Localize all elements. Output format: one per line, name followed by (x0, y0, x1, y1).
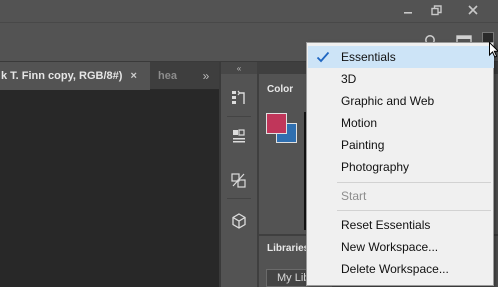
paths-panel-button[interactable] (225, 166, 253, 194)
menu-item-label: Motion (341, 116, 378, 130)
menu-separator (337, 210, 491, 211)
color-panel-title[interactable]: Color (267, 84, 293, 95)
foreground-color-swatch[interactable] (266, 113, 287, 134)
document-tab-label: hea (158, 70, 177, 82)
document-tab-inactive[interactable]: hea (151, 62, 183, 90)
menu-item-label: New Workspace... (341, 240, 439, 254)
history-panel-button[interactable] (225, 84, 253, 112)
menu-item-graphic-and-web[interactable]: Graphic and Web (308, 90, 494, 112)
menu-item-3d[interactable]: 3D (308, 68, 494, 90)
menu-item-label: Photography (341, 160, 410, 174)
check-icon (315, 49, 331, 65)
minimize-icon (403, 12, 412, 14)
properties-icon (233, 129, 245, 143)
properties-panel-button[interactable] (225, 122, 253, 150)
menu-item-reset-essentials[interactable]: Reset Essentials (308, 214, 494, 236)
mouse-cursor-icon (489, 42, 498, 58)
workspace-menu: Essentials 3D Graphic and Web Motion Pai… (306, 42, 494, 286)
document-tab-active[interactable]: k T. Finn copy, RGB/8#) × (0, 62, 150, 90)
window-title-bar (0, 0, 498, 22)
close-icon (468, 5, 478, 15)
document-tab-label: k T. Finn copy, RGB/8#) (1, 70, 123, 82)
tab-overflow-button[interactable]: » (196, 62, 216, 90)
menu-item-label: Essentials (341, 50, 396, 64)
restore-button[interactable] (420, 0, 453, 20)
menu-item-label: Start (341, 189, 367, 203)
menu-item-label: Graphic and Web (341, 94, 435, 108)
menu-item-photography[interactable]: Photography (308, 156, 494, 178)
strip-divider (227, 116, 251, 117)
restore-icon (431, 4, 442, 15)
menu-item-label: Reset Essentials (341, 218, 431, 232)
menu-item-label: Painting (341, 138, 385, 152)
menu-item-motion[interactable]: Motion (308, 112, 494, 134)
menu-item-delete-workspace[interactable]: Delete Workspace... (308, 258, 494, 280)
document-canvas[interactable] (0, 90, 219, 287)
libraries-panel-title[interactable]: Libraries (267, 243, 309, 254)
menu-item-essentials[interactable]: Essentials (308, 46, 494, 68)
paths-icon (231, 173, 246, 188)
menu-item-start: Start (308, 185, 494, 207)
3d-cube-icon (232, 213, 246, 229)
menu-item-painting[interactable]: Painting (308, 134, 494, 156)
history-icon (232, 90, 245, 104)
menu-separator (337, 182, 491, 183)
close-button[interactable] (453, 0, 493, 20)
menu-item-label: 3D (341, 72, 357, 86)
collapse-panels-button[interactable]: « (221, 62, 257, 74)
menu-item-label: Delete Workspace... (341, 262, 449, 276)
document-tab-bar: k T. Finn copy, RGB/8#) × hea (0, 62, 219, 90)
tab-close-button[interactable]: × (130, 70, 136, 82)
menu-item-new-workspace[interactable]: New Workspace... (308, 236, 494, 258)
3d-panel-button[interactable] (225, 207, 253, 235)
strip-divider (227, 198, 251, 199)
